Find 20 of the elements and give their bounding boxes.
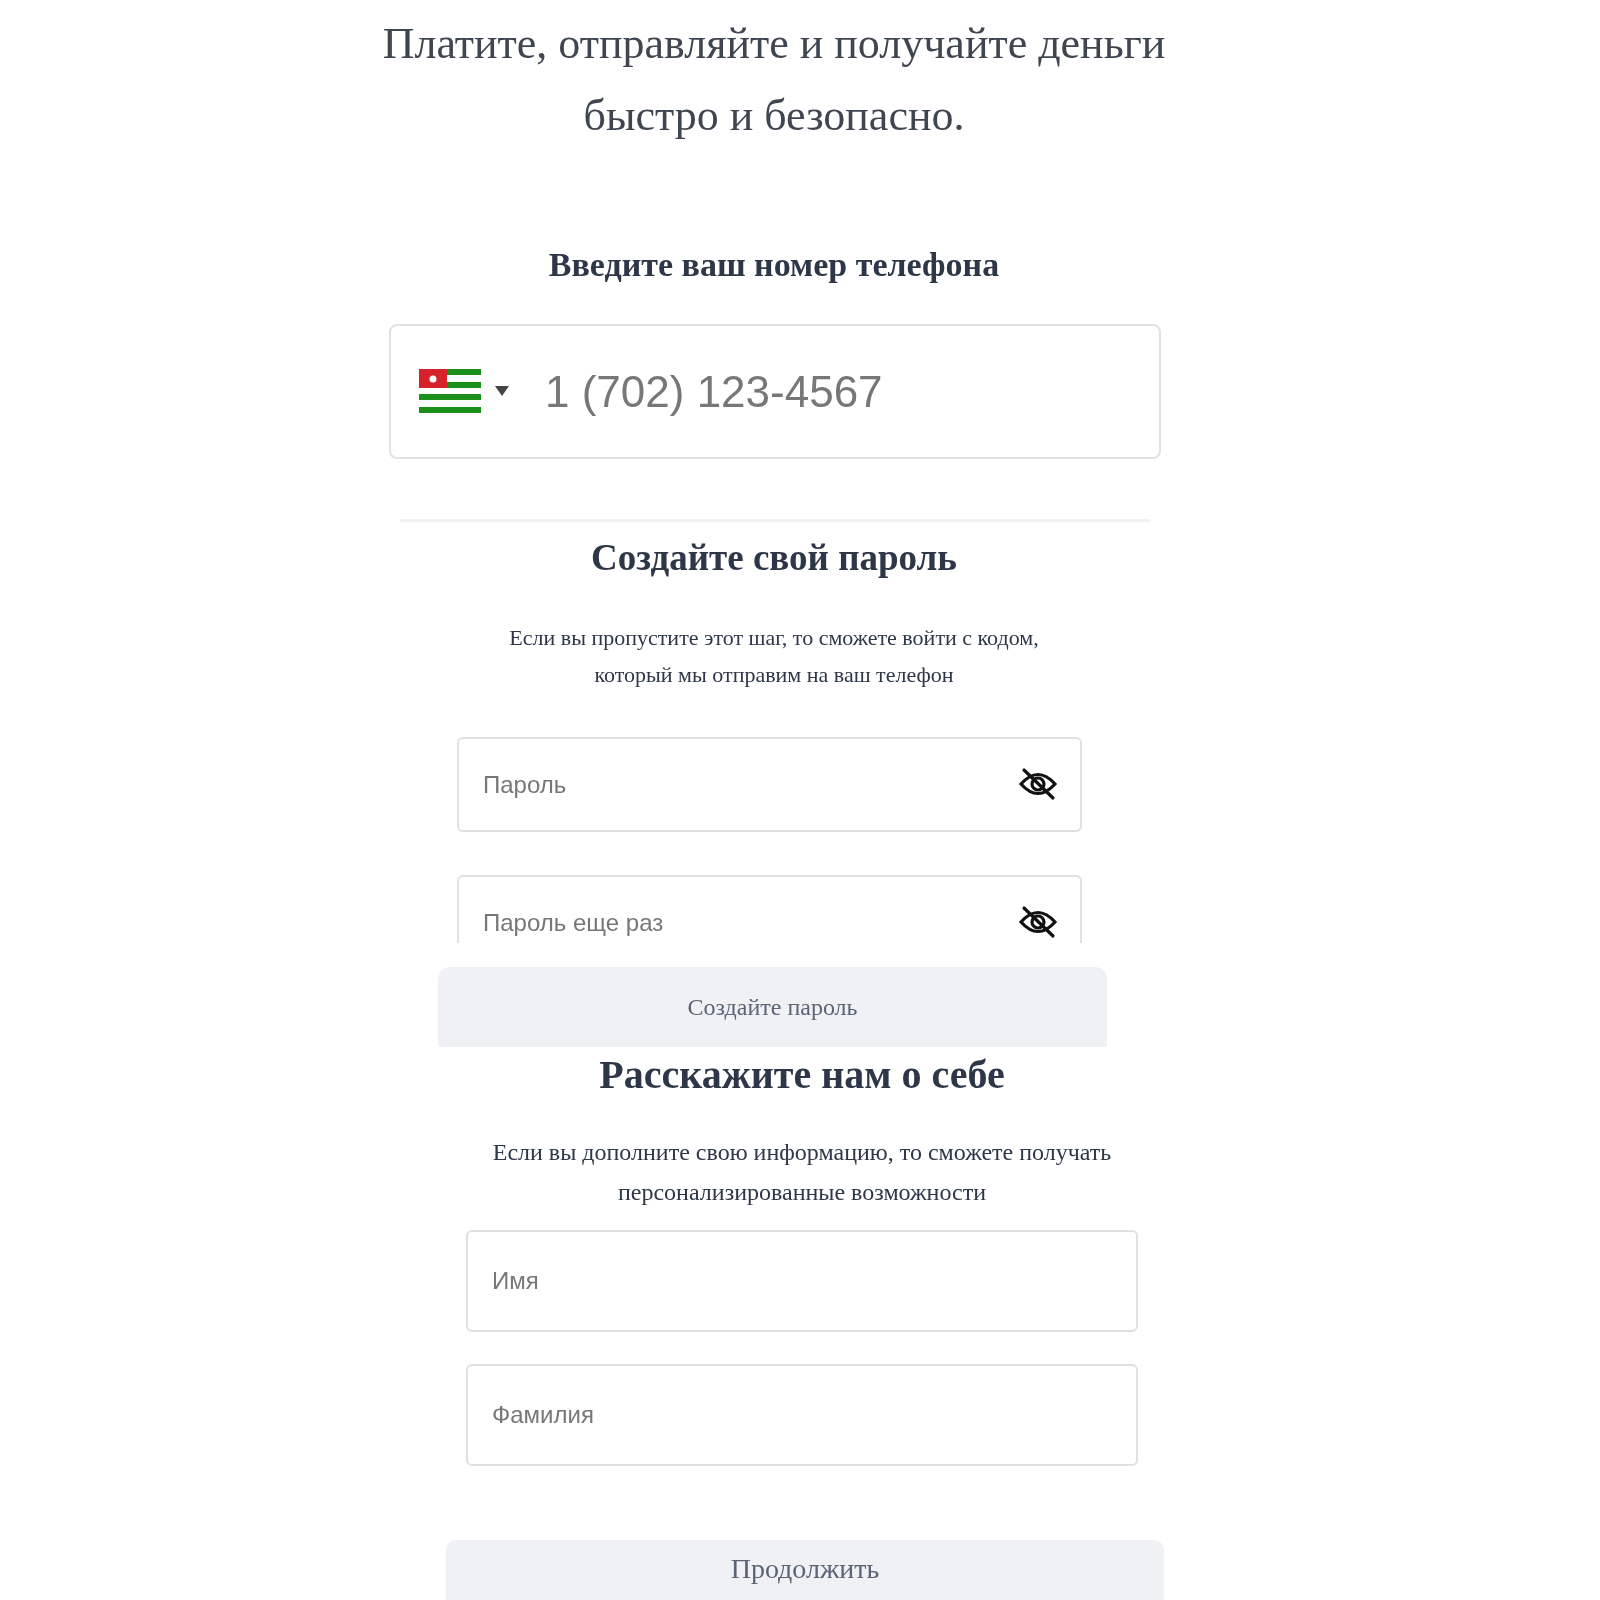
hidden-eye-icon[interactable] <box>1018 767 1058 801</box>
name-field[interactable]: Фамилия <box>466 1364 1138 1466</box>
description-text: персонализированные возможности <box>616 1178 987 1207</box>
section-heading: Создайте свой пароль <box>590 536 958 579</box>
section-heading: Расскажите нам о себе <box>598 1051 1006 1098</box>
create-password-button[interactable]: Создайте пароль <box>438 967 1107 1047</box>
caret-icon[interactable] <box>495 386 509 396</box>
continue-button[interactable]: Продолжить <box>446 1540 1164 1600</box>
description-text: Если вы пропустите этот шаг, то сможете войти с кодом, <box>508 624 1040 652</box>
section-heading: Введите ваш номер телефона <box>547 246 1001 284</box>
page-title: быстро и безопасно. <box>582 90 966 142</box>
phone-field[interactable]: 1 (702) 123-4567 <box>389 324 1161 459</box>
password-field[interactable]: Пароль еще раз <box>457 875 1082 943</box>
password-field[interactable]: Пароль <box>457 737 1082 832</box>
description-text: Если вы дополните свою информацию, то сможете получать <box>491 1138 1113 1167</box>
page-title: Платите, отправляйте и получайте деньги <box>381 18 1167 70</box>
hidden-eye-icon[interactable] <box>1018 905 1058 939</box>
flag-icon[interactable] <box>419 369 481 413</box>
name-field[interactable]: Имя <box>466 1230 1138 1332</box>
description-text: который мы отправим на ваш телефон <box>593 661 955 689</box>
